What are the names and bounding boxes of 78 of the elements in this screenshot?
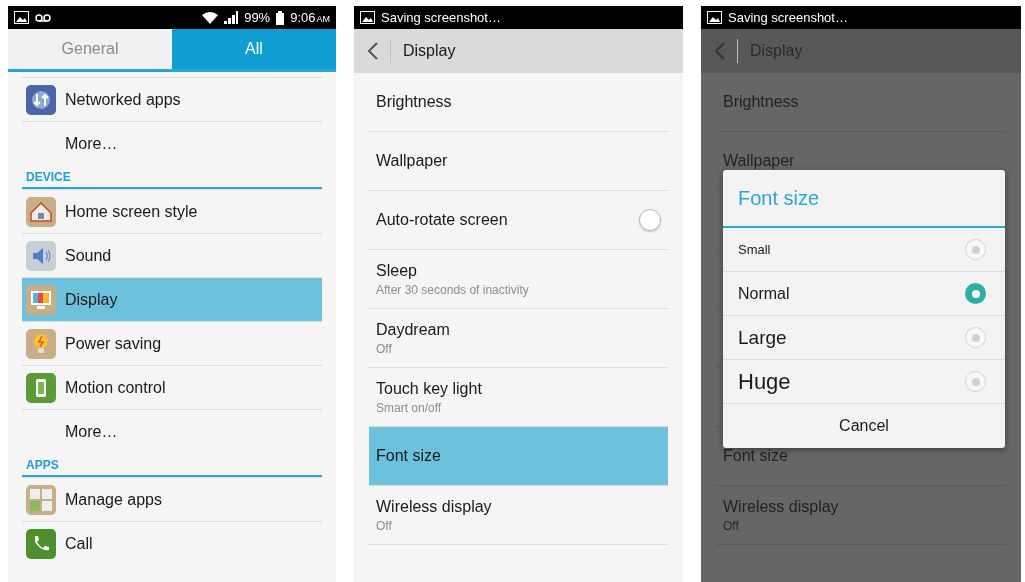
toggle[interactable] [639,209,661,231]
back-icon[interactable] [368,42,378,60]
settings-item[interactable]: Power saving [22,321,322,365]
settings-item[interactable]: Motion control [22,365,322,409]
radio-button[interactable] [965,371,986,392]
item-label: Motion control [65,378,166,397]
dialog-title: Font size [723,170,1005,228]
radio-option[interactable]: Large [723,316,1005,360]
globe-icon [26,84,56,115]
signal-icon [224,11,239,24]
settings-row[interactable]: Wireless display Off [369,486,668,545]
section-header: DEVICE [22,165,322,189]
row-title: Brightness [376,93,453,111]
image-icon [360,11,375,24]
option-label: Large [738,326,787,349]
item-label: Manage apps [65,490,162,509]
row-title: Font size [376,447,442,465]
settings-item[interactable]: Manage apps [22,477,322,521]
settings-item[interactable]: More… [22,409,322,453]
row-subtitle: Smart on/off [376,400,443,415]
notification-text: Saving screenshot… [728,10,848,25]
monitor-icon [26,284,56,315]
option-label: Normal [738,284,790,303]
screen-title: Display [403,42,456,60]
light-bulb-icon [26,328,56,359]
item-label: Display [65,290,118,309]
house-icon [26,196,56,227]
radio-option[interactable]: Normal [723,272,1005,316]
item-label: Networked apps [65,90,181,109]
item-label: Sound [65,246,112,265]
settings-row[interactable]: Wallpaper [369,132,668,191]
voicemail-icon [35,13,51,22]
option-label: Huge [738,368,791,395]
settings-item[interactable]: More… [22,121,322,165]
item-label: Call [65,534,93,553]
row-title: Brightness [723,93,800,111]
row-title: Auto-rotate screen [376,211,509,229]
row-title: Touch key light [376,379,483,398]
radio-option[interactable]: Huge [723,360,1005,404]
settings-item[interactable]: Networked apps [22,77,322,121]
settings-row[interactable]: Sleep After 30 seconds of inactivity [369,250,668,309]
row-subtitle: Off [376,341,393,356]
item-label: Home screen style [65,202,198,221]
row-title: Wallpaper [723,152,796,170]
battery-percent: 99% [244,10,271,25]
row-title: Wireless display [376,497,493,516]
row-subtitle: Off [723,518,740,533]
row-title: Wallpaper [376,152,449,170]
speaker-icon [26,240,56,271]
settings-item[interactable]: Home screen style [22,189,322,233]
radio-button[interactable] [965,283,986,304]
settings-item[interactable]: Call [22,521,322,565]
section-header: APPS [22,453,322,477]
radio-button[interactable] [965,327,986,348]
row-title: Font size [723,447,789,465]
row-title: Daydream [376,320,451,339]
radio-option[interactable]: Small [723,228,1005,272]
phone-handset-icon [26,528,56,559]
row-subtitle: After 30 seconds of inactivity [376,282,530,297]
radio-button[interactable] [965,239,986,260]
settings-row[interactable]: Brightness [369,73,668,132]
item-label: Power saving [65,334,162,353]
row-title: Sleep [376,261,418,280]
row-subtitle: Off [376,518,393,533]
grid-icon [26,484,56,515]
settings-row[interactable]: Daydream Off [369,309,668,368]
row-title: Wireless display [723,497,840,516]
option-label: Small [738,242,771,257]
image-icon [14,11,29,24]
wifi-icon [202,11,219,24]
notification-text: Saving screenshot… [381,10,501,25]
settings-row[interactable]: Auto-rotate screen [369,191,668,250]
battery-icon [276,10,285,25]
image-icon [707,11,722,24]
settings-row[interactable]: Font size [369,427,668,486]
settings-item[interactable]: Display [22,277,322,321]
phone-motion-icon [26,372,56,403]
clock: 9:06AM [290,10,330,25]
